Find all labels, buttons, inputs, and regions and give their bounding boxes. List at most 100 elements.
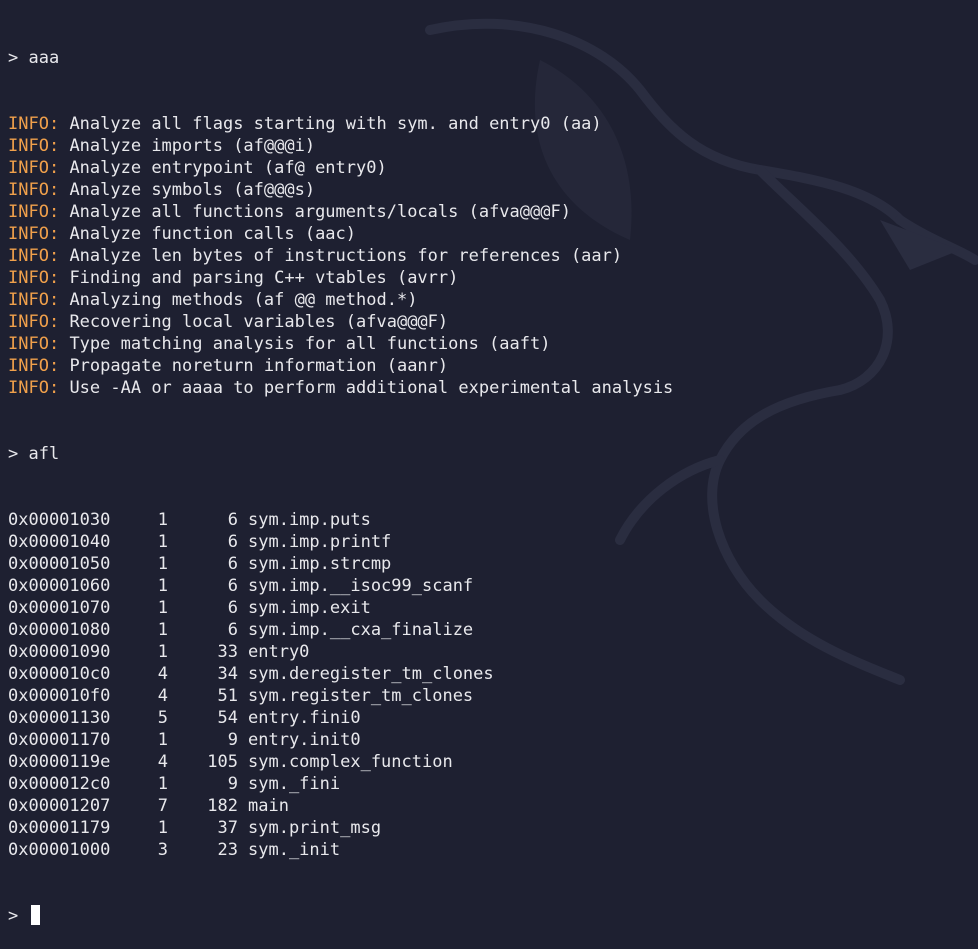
function-size: 33: [217, 642, 238, 662]
info-message: Type matching analysis for all functions…: [69, 334, 551, 354]
function-name: main: [248, 796, 289, 816]
info-message: Analyze entrypoint (af@ entry0): [69, 158, 387, 178]
function-basic-blocks: 1: [157, 510, 168, 530]
function-address: 0x000010c0: [8, 664, 111, 684]
function-basic-blocks: 1: [157, 818, 168, 838]
command-line-afl: > afl: [8, 443, 673, 465]
function-size: 6: [227, 576, 238, 596]
function-row: 0x00001060 1 6 sym.imp.__isoc99_scanf: [8, 575, 673, 597]
function-size: 23: [217, 840, 238, 860]
function-basic-blocks: 1: [157, 598, 168, 618]
info-line: INFO: Propagate noreturn information (aa…: [8, 355, 673, 377]
command-text: aaa: [28, 48, 60, 68]
command-line-aaa: > aaa: [8, 47, 673, 69]
function-address: 0x00001040: [8, 532, 111, 552]
function-basic-blocks: 4: [157, 686, 168, 706]
info-line: INFO: Analyze function calls (aac): [8, 223, 673, 245]
info-message: Propagate noreturn information (aanr): [69, 356, 449, 376]
info-tag: INFO:: [8, 268, 60, 288]
function-size: 6: [227, 532, 238, 552]
function-name: sym.register_tm_clones: [248, 686, 474, 706]
text-cursor[interactable]: [30, 905, 40, 925]
function-address: 0x00001080: [8, 620, 111, 640]
function-row: 0x000010f0 4 51 sym.register_tm_clones: [8, 685, 673, 707]
info-message: Analyzing methods (af @@ method.*): [69, 290, 418, 310]
function-row: 0x00001070 1 6 sym.imp.exit: [8, 597, 673, 619]
info-message: Finding and parsing C++ vtables (avrr): [69, 268, 459, 288]
info-message: Analyze symbols (af@@@s): [69, 180, 316, 200]
function-address: 0x00001060: [8, 576, 111, 596]
function-address: 0x00001000: [8, 840, 111, 860]
function-row: 0x00001080 1 6 sym.imp.__cxa_finalize: [8, 619, 673, 641]
function-basic-blocks: 1: [157, 620, 168, 640]
function-basic-blocks: 1: [157, 576, 168, 596]
function-address: 0x00001030: [8, 510, 111, 530]
function-row: 0x00001207 7 182 main: [8, 795, 673, 817]
function-address: 0x000012c0: [8, 774, 111, 794]
input-prompt-line[interactable]: >: [8, 905, 673, 927]
function-name: sym.imp.strcmp: [248, 554, 392, 574]
function-list: 0x00001030 1 6 sym.imp.puts 0x00001040 1 6 sym.…: [8, 509, 673, 861]
function-row: 0x0000119e 4 105 sym.complex_function: [8, 751, 673, 773]
function-basic-blocks: 3: [157, 840, 168, 860]
function-row: 0x00001130 5 54 entry.fini0: [8, 707, 673, 729]
function-name: sym.imp.exit: [248, 598, 371, 618]
function-name: sym.imp.printf: [248, 532, 392, 552]
function-basic-blocks: 1: [157, 774, 168, 794]
function-size: 37: [217, 818, 238, 838]
function-basic-blocks: 1: [157, 730, 168, 750]
info-message: Analyze len bytes of instructions for re…: [69, 246, 623, 266]
function-basic-blocks: 4: [157, 664, 168, 684]
function-basic-blocks: 5: [157, 708, 168, 728]
info-message: Recovering local variables (afva@@@F): [69, 312, 449, 332]
function-row: 0x00001170 1 9 entry.init0: [8, 729, 673, 751]
info-message: Analyze function calls (aac): [69, 224, 357, 244]
info-tag: INFO:: [8, 312, 60, 332]
function-basic-blocks: 1: [157, 532, 168, 552]
function-address: 0x0000119e: [8, 752, 111, 772]
function-basic-blocks: 4: [157, 752, 168, 772]
info-tag: INFO:: [8, 224, 60, 244]
function-size: 6: [227, 620, 238, 640]
info-tag: INFO:: [8, 246, 60, 266]
function-row: 0x000012c0 1 9 sym._fini: [8, 773, 673, 795]
info-tag: INFO:: [8, 334, 60, 354]
function-row: 0x00001030 1 6 sym.imp.puts: [8, 509, 673, 531]
info-tag: INFO:: [8, 180, 60, 200]
info-line: INFO: Use -AA or aaaa to perform additio…: [8, 377, 673, 399]
function-address: 0x00001070: [8, 598, 111, 618]
function-row: 0x000010c0 4 34 sym.deregister_tm_clones: [8, 663, 673, 685]
function-basic-blocks: 1: [157, 554, 168, 574]
info-line: INFO: Type matching analysis for all fun…: [8, 333, 673, 355]
info-message: Analyze imports (af@@@i): [69, 136, 316, 156]
info-line: INFO: Analyze all functions arguments/lo…: [8, 201, 673, 223]
function-size: 9: [227, 774, 238, 794]
function-name: entry.fini0: [248, 708, 361, 728]
function-size: 6: [227, 510, 238, 530]
function-name: sym._fini: [248, 774, 341, 794]
function-address: 0x00001170: [8, 730, 111, 750]
function-row: 0x00001179 1 37 sym.print_msg: [8, 817, 673, 839]
function-address: 0x00001207: [8, 796, 111, 816]
terminal-output[interactable]: > aaa INFO: Analyze all flags starting w…: [8, 3, 673, 949]
function-size: 182: [207, 796, 238, 816]
function-size: 6: [227, 598, 238, 618]
function-row: 0x00001040 1 6 sym.imp.printf: [8, 531, 673, 553]
command-text: afl: [28, 444, 60, 464]
info-tag: INFO:: [8, 114, 60, 134]
info-message: Analyze all functions arguments/locals (…: [69, 202, 571, 222]
info-line: INFO: Analyze imports (af@@@i): [8, 135, 673, 157]
info-line: INFO: Analyze entrypoint (af@ entry0): [8, 157, 673, 179]
prompt-symbol: >: [8, 444, 19, 464]
function-name: sym.imp.__cxa_finalize: [248, 620, 474, 640]
function-size: 105: [207, 752, 238, 772]
info-line: INFO: Analyzing methods (af @@ method.*): [8, 289, 673, 311]
info-line: INFO: Finding and parsing C++ vtables (a…: [8, 267, 673, 289]
function-address: 0x00001179: [8, 818, 111, 838]
function-name: sym.imp.__isoc99_scanf: [248, 576, 474, 596]
function-row: 0x00001000 3 23 sym._init: [8, 839, 673, 861]
function-address: 0x000010f0: [8, 686, 111, 706]
function-name: entry0: [248, 642, 310, 662]
function-row: 0x00001050 1 6 sym.imp.strcmp: [8, 553, 673, 575]
info-message: Analyze all flags starting with sym. and…: [69, 114, 602, 134]
